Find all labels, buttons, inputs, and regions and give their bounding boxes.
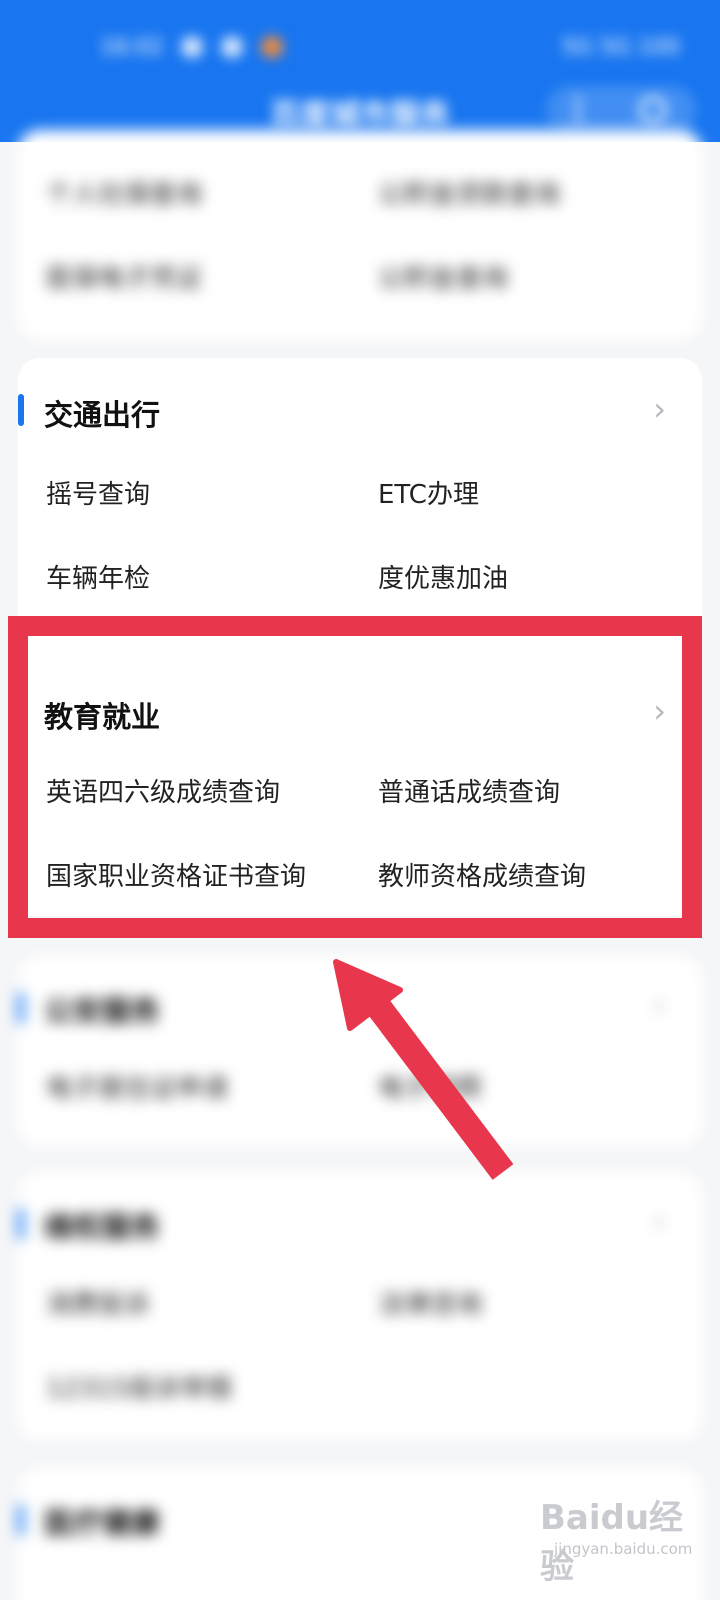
status-bar: 16:02 5G 5G 100 — [100, 30, 680, 64]
close-icon[interactable] — [639, 96, 667, 124]
service-item[interactable]: 公积金查询 — [378, 258, 508, 295]
highlight-box — [8, 616, 702, 938]
service-item[interactable]: 医保电子凭证 — [46, 258, 202, 295]
service-item[interactable]: 法律咨询 — [378, 1284, 482, 1321]
section-header[interactable]: 公安服务 › — [18, 956, 702, 1066]
section-accent — [18, 1504, 24, 1536]
status-time: 16:02 — [100, 34, 164, 60]
page: 16:02 5G 5G 100 百度城市服务 个人社保查询 公积金贷款查询 医保… — [0, 0, 720, 1600]
card-rights: 维权服务 › 消费投诉 法律咨询 12315投诉举报 — [18, 1172, 702, 1440]
notification-icon — [221, 36, 244, 58]
service-item[interactable]: 12315投诉举报 — [46, 1368, 233, 1405]
chevron-right-icon[interactable]: › — [653, 986, 666, 1024]
chevron-right-icon[interactable]: › — [653, 1202, 666, 1240]
chevron-right-icon[interactable]: › — [653, 390, 666, 428]
top-bar: 16:02 5G 5G 100 百度城市服务 — [0, 0, 720, 142]
service-item-lottery[interactable]: 摇号查询 — [46, 474, 150, 511]
status-signal: 5G 5G 100 — [561, 34, 680, 60]
service-item[interactable]: 消费投诉 — [46, 1284, 150, 1321]
section-title: 医疗健康 — [44, 1506, 161, 1540]
service-item[interactable]: 电子居住证申请 — [46, 1068, 228, 1105]
section-header[interactable]: 维权服务 › — [18, 1172, 702, 1282]
card-transport: 交通出行 › 摇号查询 ETC办理 车辆年检 度优惠加油 — [18, 358, 702, 658]
card-social: 个人社保查询 公积金贷款查询 医保电子凭证 公积金查询 — [18, 130, 702, 340]
watermark: Baidu经验 jingyan.baidu.com — [540, 1490, 710, 1587]
section-title: 公安服务 — [44, 994, 161, 1028]
service-item-etc[interactable]: ETC办理 — [378, 474, 479, 511]
section-title: 维权服务 — [44, 1210, 161, 1244]
more-icon[interactable] — [575, 97, 581, 123]
section-accent — [18, 394, 24, 426]
section-title: 交通出行 — [44, 398, 161, 432]
watermark-site: jingyan.baidu.com — [554, 1540, 693, 1558]
service-item[interactable]: 电子驾照 — [378, 1068, 482, 1105]
mini-program-capsule[interactable] — [546, 86, 696, 134]
service-item[interactable]: 公积金贷款查询 — [378, 174, 560, 211]
service-item-inspection[interactable]: 车辆年检 — [46, 558, 150, 595]
notification-icon — [181, 36, 204, 58]
service-item-fuel[interactable]: 度优惠加油 — [378, 558, 508, 595]
section-header[interactable]: 交通出行 › — [18, 358, 702, 468]
section-accent — [18, 1208, 24, 1240]
card-police: 公安服务 › 电子居住证申请 电子驾照 — [18, 956, 702, 1146]
app-icon — [261, 36, 284, 58]
section-accent — [18, 992, 24, 1024]
service-item[interactable]: 个人社保查询 — [46, 174, 202, 211]
